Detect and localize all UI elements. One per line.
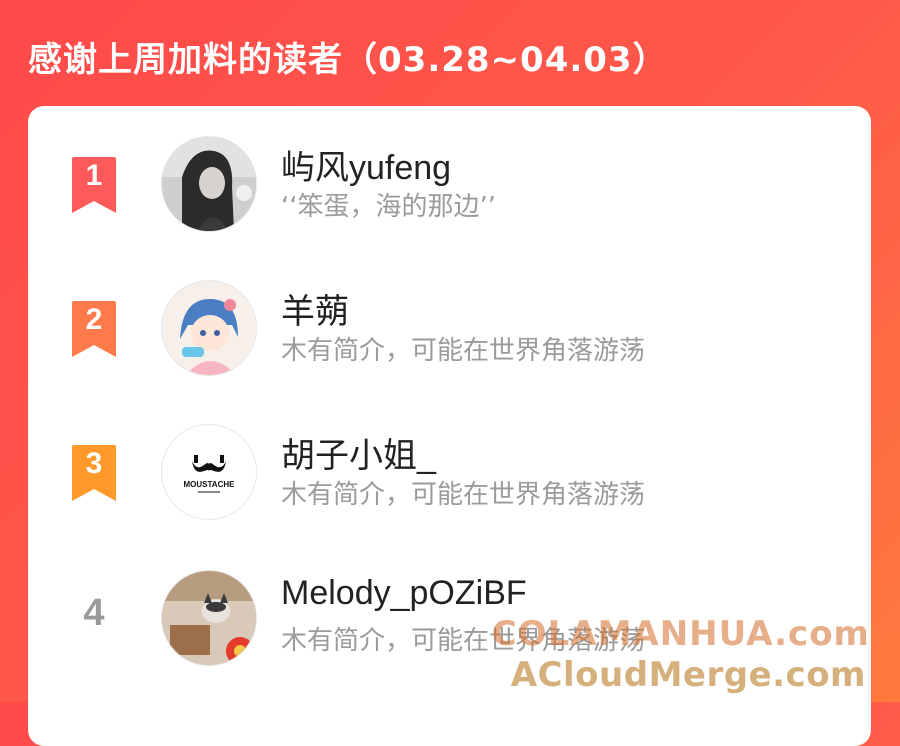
- reader-bio: 木有简介，可能在世界角落游荡: [281, 336, 646, 366]
- reader-name: Melody_pOZiBF: [281, 574, 527, 612]
- rank-number: 3: [85, 447, 103, 480]
- avatar[interactable]: [161, 136, 257, 232]
- rank-number: 4: [83, 592, 105, 634]
- reader-name: 胡子小姐_: [281, 437, 436, 475]
- rank-badge-3: 3: [68, 445, 120, 503]
- reader-row-3[interactable]: 3 MOUSTACHE 胡子小姐_ 木有简介，可能在世界角落游荡: [28, 394, 871, 520]
- avatar[interactable]: MOUSTACHE: [161, 424, 257, 520]
- avatar-logo-text: MOUSTACHE: [184, 480, 236, 489]
- rank-number: 2: [85, 303, 103, 336]
- reader-name: 羊蒴: [281, 293, 349, 331]
- reader-row-1[interactable]: 1 屿风yufeng ‘‘笨蛋，海的那边’’: [28, 106, 871, 232]
- avatar[interactable]: [161, 280, 257, 376]
- watermark-line-2: ACloudMerge.com: [510, 655, 866, 695]
- rank-number: 1: [85, 159, 103, 192]
- watermark-line-1: COLAMANHUA.com: [491, 614, 870, 654]
- reader-bio: ‘‘笨蛋，海的那边’’: [281, 192, 497, 222]
- rank-badge-1: 1: [68, 157, 120, 215]
- reader-name: 屿风yufeng: [281, 149, 452, 187]
- avatar[interactable]: [161, 570, 257, 666]
- page-title: 感谢上周加料的读者（03.28~04.03）: [28, 40, 668, 80]
- anime-girl-icon: [162, 281, 256, 375]
- reader-row-2[interactable]: 2 羊蒴 木有简介，可能在世界角落游荡: [28, 250, 871, 376]
- rank-badge-2: 2: [68, 301, 120, 359]
- reader-bio: 木有简介，可能在世界角落游荡: [281, 480, 646, 510]
- girl-portrait-icon: [162, 137, 256, 231]
- moustache-logo-icon: MOUSTACHE: [162, 425, 256, 519]
- cat-photo-icon: [162, 571, 256, 665]
